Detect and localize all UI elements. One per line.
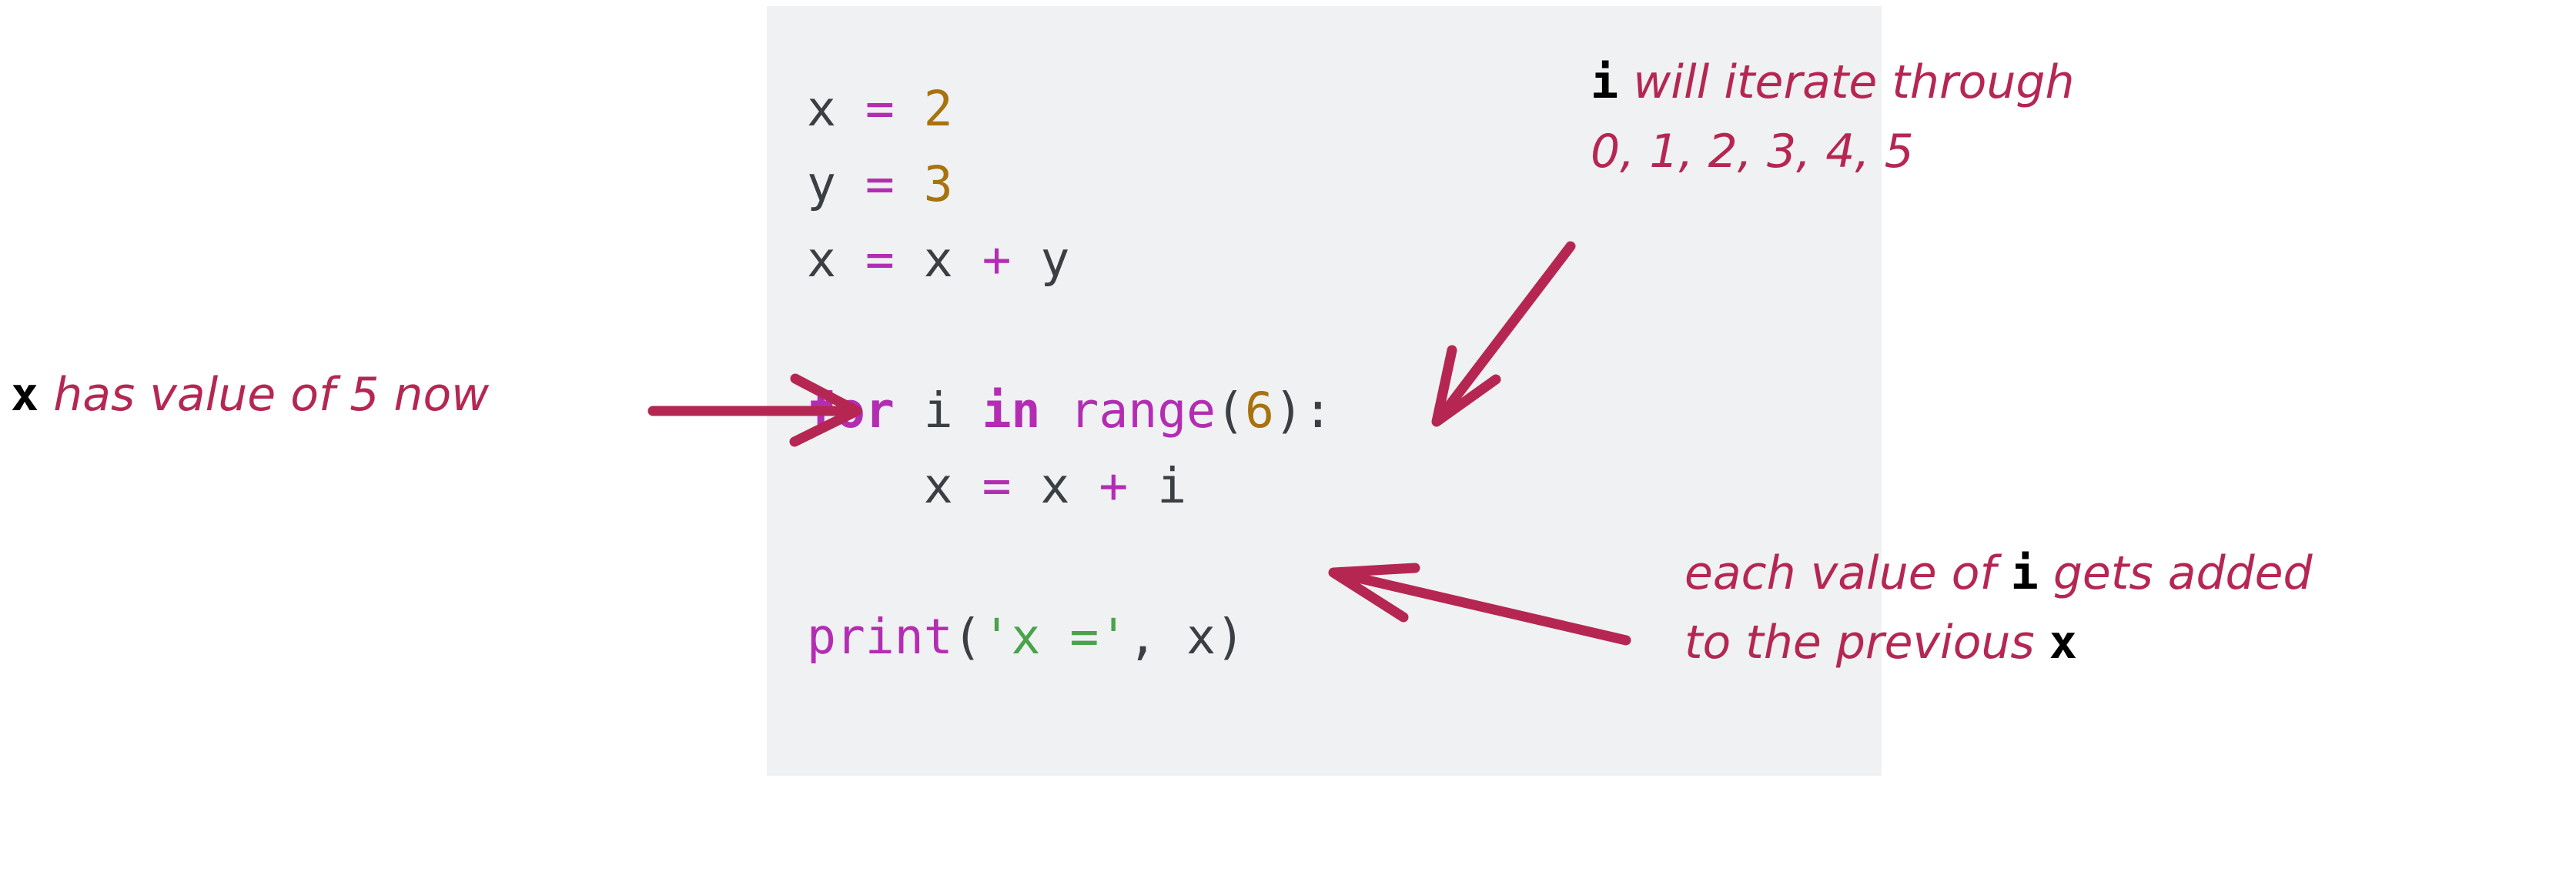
token-var-x: x — [923, 232, 953, 288]
token-var-y: y — [1040, 232, 1070, 288]
token-assign: = — [865, 232, 895, 288]
annotation-each-value-post: gets added — [2038, 546, 2313, 600]
token-var-x: x — [1040, 458, 1070, 514]
code-line-3: x = x + y — [807, 222, 1333, 298]
annotation-x-has-value: x has value of 5 now — [11, 360, 489, 429]
annotation-x-has-value-text: has value of 5 now — [38, 368, 490, 422]
token-colon: : — [1303, 382, 1333, 439]
annotation-iterate-values: 0, 1, 2, 3, 4, 5 — [1591, 125, 1914, 179]
code-line-6: x = x + i — [807, 449, 1333, 524]
code-line-1: x = 2 — [807, 72, 1333, 147]
token-keyword-in: in — [982, 382, 1041, 439]
token-builtin-print: print — [807, 609, 953, 665]
token-number-3: 3 — [923, 156, 953, 212]
annotation-i-will-iterate-line1: i will iterate through — [1591, 48, 2074, 117]
token-var-i: i — [923, 382, 953, 439]
token-string-x-eq: 'x =' — [982, 609, 1129, 665]
figure-canvas: x = 2y = 3x = x + y for i in range(6): x… — [0, 0, 2576, 875]
token-builtin-range: range — [1069, 382, 1216, 439]
token-plus: + — [982, 232, 1012, 288]
annotation-each-value-added: each value of i gets added to the previou… — [1684, 539, 2313, 677]
annotation-i-will-iterate: i will iterate through 0, 1, 2, 3, 4, 5 — [1591, 48, 2074, 186]
token-assign: = — [982, 458, 1012, 514]
annotation-i-will-iterate-text: will iterate through — [1618, 55, 2075, 109]
token-number-2: 2 — [923, 81, 953, 137]
token-var-x: x — [923, 458, 953, 514]
token-paren-close: ) — [1273, 382, 1303, 439]
token-assign: = — [865, 81, 895, 137]
token-keyword-for: for — [807, 382, 895, 439]
annotation-each-value-line2: to the previous x — [1684, 608, 2313, 677]
code-listing: x = 2y = 3x = x + y for i in range(6): x… — [807, 72, 1333, 675]
annotation-code-token-i: i — [2010, 546, 2039, 600]
token-assign: = — [865, 156, 895, 212]
annotation-code-token-i: i — [1591, 55, 1619, 109]
token-comma: , — [1128, 609, 1158, 665]
annotation-code-token-x: x — [11, 368, 39, 422]
annotation-previous-pre: to the previous — [1684, 616, 2049, 670]
token-var-i: i — [1157, 458, 1187, 514]
code-line-2: y = 3 — [807, 147, 1333, 222]
annotation-code-token-x: x — [2049, 616, 2077, 670]
annotation-each-value-pre: each value of — [1684, 546, 2011, 600]
annotation-each-value-line1: each value of i gets added — [1684, 539, 2313, 608]
token-paren-open: ( — [952, 609, 982, 665]
token-plus: + — [1099, 458, 1129, 514]
token-paren-open: ( — [1216, 382, 1245, 439]
token-var-y: y — [807, 156, 836, 212]
code-line-5: for i in range(6): — [807, 373, 1333, 449]
token-var-x: x — [807, 232, 836, 288]
token-var-x: x — [1186, 609, 1216, 665]
token-number-6: 6 — [1245, 382, 1274, 439]
code-line-blank-2 — [807, 524, 1333, 599]
code-line-blank-1 — [807, 298, 1333, 373]
token-paren-close: ) — [1216, 609, 1245, 665]
code-line-8: print('x =', x) — [807, 599, 1333, 675]
token-var-x: x — [807, 81, 836, 137]
